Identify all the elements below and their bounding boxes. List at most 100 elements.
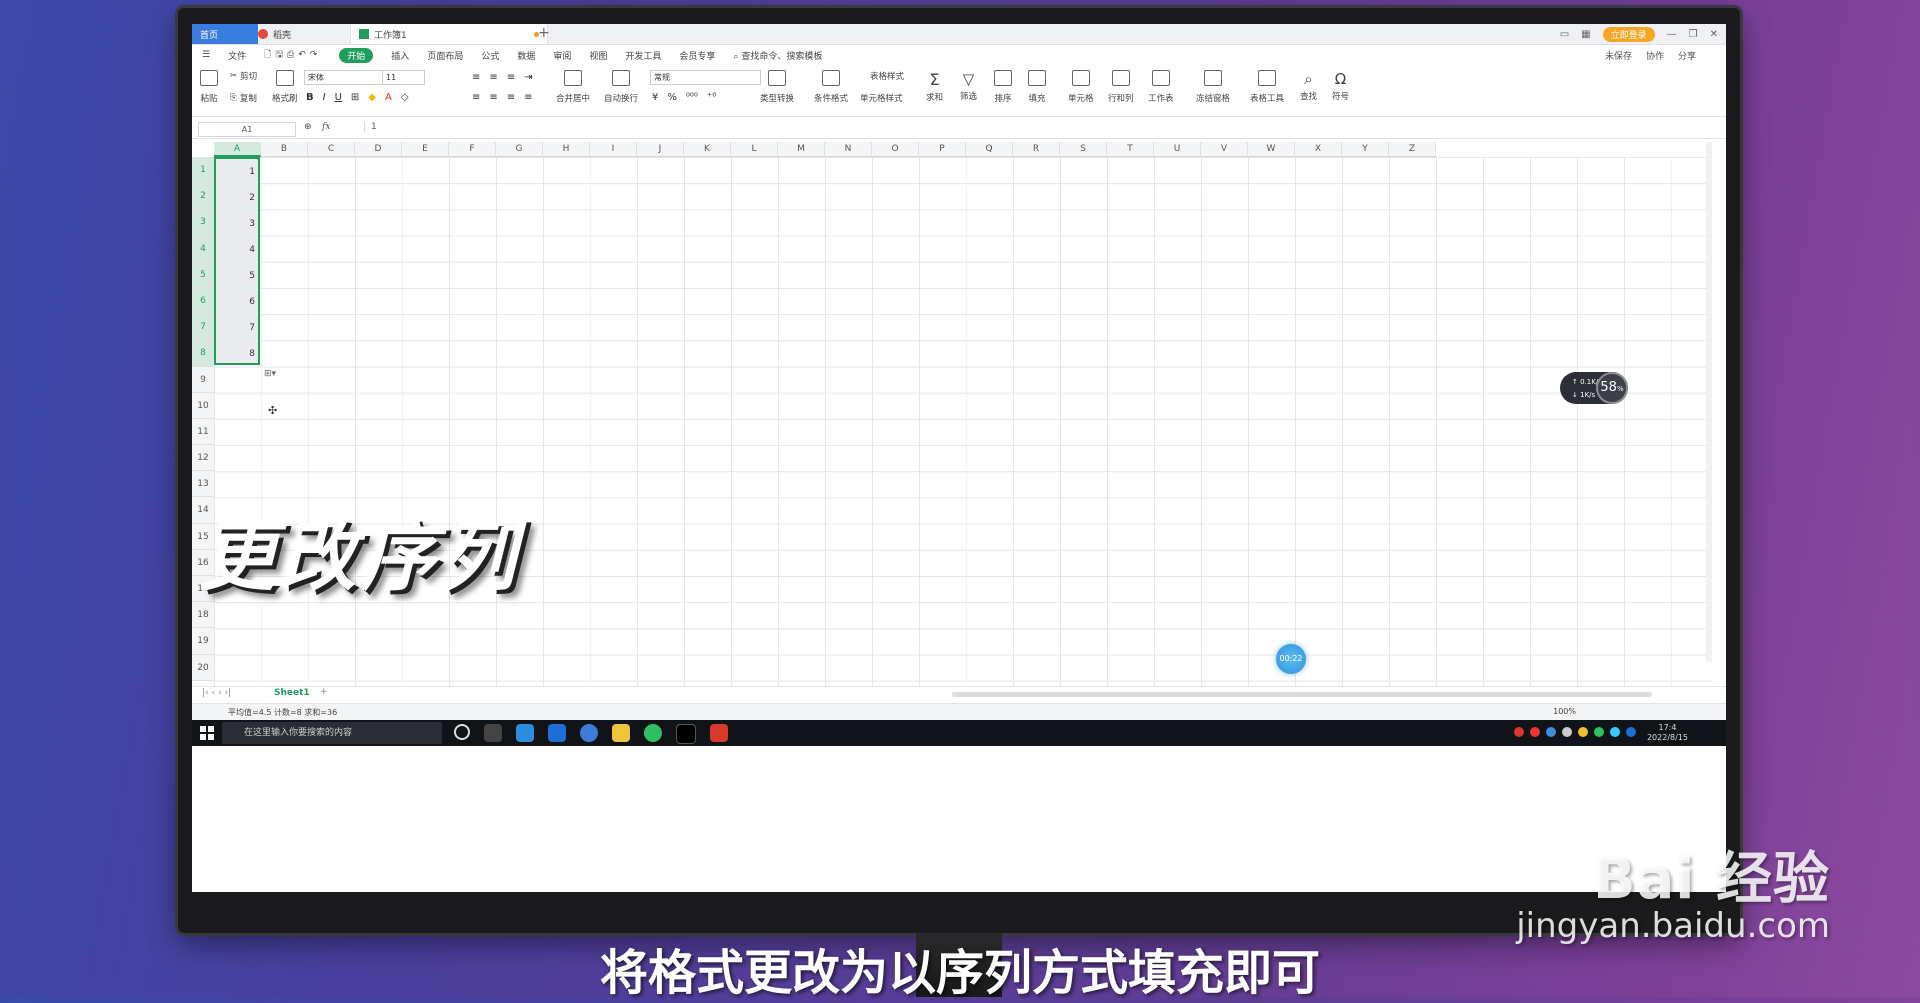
column-header-g[interactable]: G — [496, 142, 543, 157]
column-header-r[interactable]: R — [1013, 142, 1060, 157]
column-header-j[interactable]: J — [637, 142, 684, 157]
row-header-12[interactable]: 12 — [192, 445, 214, 472]
network-monitor-widget[interactable]: ↑ 0.1K/s↓ 1K/s 58% — [1560, 372, 1628, 404]
row-header-6[interactable]: 6 — [192, 287, 214, 315]
share-button[interactable]: 分享 — [1678, 49, 1696, 62]
worksheet-button[interactable]: 工作表 — [1148, 70, 1174, 104]
format-painter-button[interactable]: 格式刷 — [272, 70, 298, 104]
menu-view[interactable]: 视图 — [589, 49, 607, 62]
tray-app-icon[interactable] — [1562, 727, 1572, 737]
edge-icon[interactable] — [548, 724, 566, 742]
column-header-t[interactable]: T — [1107, 142, 1154, 157]
tray-app-icon[interactable] — [1546, 727, 1556, 737]
start-icon[interactable] — [200, 726, 214, 740]
quick-access-icons[interactable]: 🗋🖫⎙↶↷ — [264, 47, 321, 63]
sheet-tab-sheet1[interactable]: Sheet1 — [274, 688, 310, 698]
row-header-10[interactable]: 10 — [192, 392, 214, 419]
login-button[interactable]: 立即登录 — [1602, 26, 1655, 42]
cell-a3[interactable]: 3 — [249, 219, 255, 229]
column-header-h[interactable]: H — [543, 142, 590, 157]
menu-formula[interactable]: 公式 — [481, 49, 499, 62]
row-header-4[interactable]: 4 — [192, 235, 214, 262]
decimal-icon[interactable]: ⁺⁰ — [707, 92, 716, 103]
tray-wps-icon[interactable] — [1514, 727, 1524, 737]
menu-data[interactable]: 数据 — [517, 49, 535, 62]
wechat-icon[interactable] — [644, 724, 662, 742]
column-header-i[interactable]: I — [590, 142, 637, 157]
menu-file[interactable]: 文件 — [228, 49, 246, 62]
cortana-icon[interactable] — [454, 724, 470, 740]
tiktok-icon[interactable] — [676, 724, 696, 744]
collaborate-button[interactable]: 协作 — [1646, 49, 1664, 62]
cell-style-button[interactable]: 单元格样式 — [860, 92, 903, 104]
align-top-icon[interactable]: ≡ — [472, 72, 480, 83]
freeze-panes-button[interactable]: 冻结窗格 — [1196, 70, 1230, 104]
wrap-text-button[interactable]: 自动换行 — [604, 70, 638, 104]
tab-docer[interactable]: 稻壳 — [250, 24, 356, 44]
column-header-f[interactable]: F — [449, 142, 496, 157]
row-header-7[interactable]: 7 — [192, 314, 214, 341]
fill-color-icon[interactable]: ◆ — [368, 92, 376, 103]
row-header-13[interactable]: 13 — [192, 471, 214, 498]
italic-button[interactable]: I — [323, 92, 326, 103]
wps-icon[interactable] — [710, 724, 728, 742]
row-header-11[interactable]: 11 — [192, 418, 214, 446]
minimize-icon[interactable]: — — [1667, 29, 1677, 40]
column-header-l[interactable]: L — [731, 142, 778, 157]
cell-a4[interactable]: 4 — [249, 245, 255, 255]
menu-page-layout[interactable]: 页面布局 — [427, 49, 463, 62]
column-header-z[interactable]: Z — [1389, 142, 1436, 157]
row-header-9[interactable]: 9 — [192, 366, 214, 393]
recording-timer[interactable]: 00:22 — [1276, 644, 1306, 674]
sum-button[interactable]: Σ 求和 — [926, 70, 943, 103]
column-header-m[interactable]: M — [778, 142, 825, 157]
row-col-button[interactable]: 行和列 — [1108, 70, 1134, 104]
column-header-b[interactable]: B — [261, 142, 308, 157]
horizontal-scrollbar[interactable] — [952, 692, 1652, 697]
column-header-k[interactable]: K — [684, 142, 731, 157]
menu-developer[interactable]: 开发工具 — [625, 49, 661, 62]
fx-icon[interactable]: fx — [322, 122, 330, 132]
command-search[interactable]: ⌕ 查找命令、搜索模板 — [733, 49, 840, 62]
font-size-select[interactable]: 11 — [382, 70, 425, 85]
layout-icon[interactable]: ▭ — [1560, 29, 1569, 40]
row-header-18[interactable]: 18 — [192, 602, 214, 629]
percent-icon[interactable]: % — [667, 92, 677, 103]
sort-button[interactable]: 排序 — [994, 70, 1012, 104]
cell-a8[interactable]: 8 — [249, 349, 255, 359]
formula-input[interactable]: 1 — [364, 122, 377, 132]
align-bottom-icon[interactable]: ≡ — [507, 72, 515, 83]
column-header-u[interactable]: U — [1154, 142, 1201, 157]
browser-icon[interactable] — [580, 724, 598, 742]
tray-app-icon[interactable] — [1578, 727, 1588, 737]
taskbar-clock[interactable]: 17:4 2022/8/15 — [1647, 723, 1688, 743]
tray-app-icon[interactable] — [1626, 727, 1636, 737]
menu-review[interactable]: 审阅 — [553, 49, 571, 62]
cell-a6[interactable]: 6 — [249, 297, 255, 307]
align-right-icon[interactable]: ≡ — [507, 92, 515, 103]
table-style-button[interactable]: 表格样式 — [870, 70, 904, 82]
thousands-icon[interactable]: ⁰⁰⁰ — [686, 92, 698, 103]
column-header-w[interactable]: W — [1248, 142, 1295, 157]
row-header-1[interactable]: 1 — [192, 157, 214, 184]
table-tools-button[interactable]: 表格工具 — [1250, 70, 1284, 104]
cut-button[interactable]: ✂ 剪切 — [230, 70, 257, 82]
cell-a1[interactable]: 1 — [249, 167, 255, 177]
tray-wechat-icon[interactable] — [1594, 727, 1604, 737]
column-header-d[interactable]: D — [355, 142, 402, 157]
font-name-select[interactable]: 宋体 — [304, 70, 383, 85]
taskbar-search[interactable]: 在这里输入你要搜索的内容 — [222, 722, 442, 744]
fill-button[interactable]: 填充 — [1028, 70, 1046, 104]
tray-app-icon[interactable] — [1610, 727, 1620, 737]
align-middle-icon[interactable]: ≡ — [489, 72, 497, 83]
sheet-nav-arrows[interactable]: |‹ ‹ › ›| — [202, 688, 231, 698]
conditional-format-button[interactable]: 条件格式 — [814, 70, 848, 104]
name-box[interactable]: A1 — [198, 122, 296, 137]
edge-search-icon[interactable] — [516, 724, 534, 742]
row-header-2[interactable]: 2 — [192, 183, 214, 210]
type-convert-button[interactable]: 类型转换 — [760, 70, 794, 104]
zoom-level[interactable]: 100% — [1553, 707, 1576, 716]
column-header-c[interactable]: C — [308, 142, 355, 157]
column-header-x[interactable]: X — [1295, 142, 1342, 157]
merge-center-button[interactable]: 合并居中 — [556, 70, 590, 104]
